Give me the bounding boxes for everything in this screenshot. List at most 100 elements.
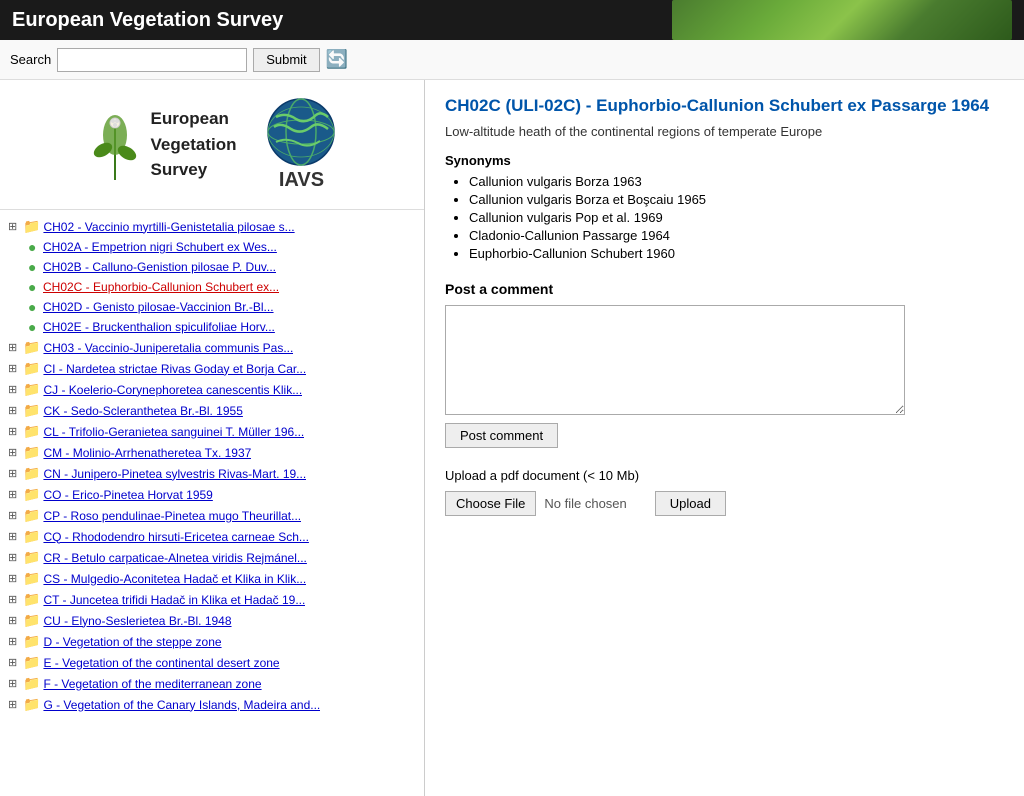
- synonyms-header: Synonyms: [445, 153, 1004, 168]
- tree-item-label[interactable]: CN - Junipero-Pinetea sylvestris Rivas-M…: [43, 467, 306, 481]
- synonyms-list: Callunion vulgaris Borza 1963Callunion v…: [445, 174, 1004, 261]
- dot-icon: ●: [28, 239, 40, 255]
- tree-item-label[interactable]: G - Vegetation of the Canary Islands, Ma…: [43, 698, 320, 712]
- tree-item[interactable]: ⊞📁CI - Nardetea strictae Rivas Goday et …: [4, 358, 420, 379]
- tree-item[interactable]: ⊞📁D - Vegetation of the steppe zone: [4, 631, 420, 652]
- comment-textarea[interactable]: [445, 305, 905, 415]
- tree-item-label[interactable]: D - Vegetation of the steppe zone: [43, 635, 221, 649]
- tree-item[interactable]: ⊞📁CM - Molinio-Arrhenatheretea Tx. 1937: [4, 442, 420, 463]
- expand-icon[interactable]: ⊞: [8, 341, 20, 354]
- expand-icon[interactable]: ⊞: [8, 551, 20, 564]
- dot-icon: ●: [28, 279, 40, 295]
- tree-item-label[interactable]: CP - Roso pendulinae-Pinetea mugo Theuri…: [43, 509, 301, 523]
- folder-icon: 📁: [23, 507, 40, 524]
- tree-item-label[interactable]: CH02E - Bruckenthalion spiculifoliae Hor…: [43, 320, 275, 334]
- tree-item[interactable]: ⊞📁CL - Trifolio-Geranietea sanguinei T. …: [4, 421, 420, 442]
- expand-icon[interactable]: ⊞: [8, 593, 20, 606]
- expand-icon[interactable]: ⊞: [8, 656, 20, 669]
- content-title: CH02C (ULI-02C) - Euphorbio-Callunion Sc…: [445, 96, 1004, 116]
- synonym-item: Cladonio-Callunion Passarge 1964: [469, 228, 1004, 243]
- tree-item[interactable]: ⊞📁G - Vegetation of the Canary Islands, …: [4, 694, 420, 715]
- post-comment-button[interactable]: Post comment: [445, 423, 558, 448]
- no-file-label: No file chosen: [544, 496, 626, 511]
- tree-item[interactable]: ⊞📁CH03 - Vaccinio-Juniperetalia communis…: [4, 337, 420, 358]
- left-panel: EuropeanVegetationSurvey IAVS ⊞📁CH02 - V…: [0, 80, 425, 796]
- tree-item[interactable]: ⊞📁CP - Roso pendulinae-Pinetea mugo Theu…: [4, 505, 420, 526]
- evs-plant-icon: [88, 105, 143, 185]
- tree-item-label[interactable]: CH02C - Euphorbio-Callunion Schubert ex.…: [43, 280, 279, 294]
- search-input[interactable]: [57, 48, 247, 72]
- expand-icon[interactable]: ⊞: [8, 362, 20, 375]
- tree-item[interactable]: ●CH02A - Empetrion nigri Schubert ex Wes…: [4, 237, 420, 257]
- refresh-icon[interactable]: 🔄: [326, 49, 348, 70]
- main-layout: EuropeanVegetationSurvey IAVS ⊞📁CH02 - V…: [0, 80, 1024, 796]
- folder-icon: 📁: [23, 612, 40, 629]
- tree-item-label[interactable]: E - Vegetation of the continental desert…: [43, 656, 279, 670]
- tree-item-label[interactable]: CU - Elyno-Seslerietea Br.-Bl. 1948: [43, 614, 231, 628]
- tree-item[interactable]: ⊞📁CS - Mulgedio-Aconitetea Hadač et Klik…: [4, 568, 420, 589]
- tree-item[interactable]: ⊞📁CU - Elyno-Seslerietea Br.-Bl. 1948: [4, 610, 420, 631]
- tree-item[interactable]: ⊞📁CT - Juncetea trifidi Hadač in Klika e…: [4, 589, 420, 610]
- tree-navigation: ⊞📁CH02 - Vaccinio myrtilli-Genistetalia …: [0, 210, 424, 721]
- tree-item[interactable]: ⊞📁E - Vegetation of the continental dese…: [4, 652, 420, 673]
- post-comment-header: Post a comment: [445, 281, 1004, 297]
- tree-item[interactable]: ⊞📁CR - Betulo carpaticae-Alnetea viridis…: [4, 547, 420, 568]
- dot-icon: ●: [28, 319, 40, 335]
- tree-item-label[interactable]: CH03 - Vaccinio-Juniperetalia communis P…: [43, 341, 293, 355]
- expand-icon[interactable]: ⊞: [8, 220, 20, 233]
- tree-item-label[interactable]: CO - Erico-Pinetea Horvat 1959: [43, 488, 212, 502]
- expand-icon[interactable]: ⊞: [8, 446, 20, 459]
- upload-header: Upload a pdf document (< 10 Mb): [445, 468, 1004, 483]
- tree-item-label[interactable]: CJ - Koelerio-Corynephoretea canescentis…: [43, 383, 302, 397]
- tree-item-label[interactable]: CR - Betulo carpaticae-Alnetea viridis R…: [43, 551, 306, 565]
- tree-item-label[interactable]: CT - Juncetea trifidi Hadač in Klika et …: [43, 593, 305, 607]
- tree-item[interactable]: ⊞📁CN - Junipero-Pinetea sylvestris Rivas…: [4, 463, 420, 484]
- expand-icon[interactable]: ⊞: [8, 467, 20, 480]
- search-bar: Search Submit 🔄: [0, 40, 1024, 80]
- tree-item[interactable]: ⊞📁F - Vegetation of the mediterranean zo…: [4, 673, 420, 694]
- tree-item[interactable]: ●CH02D - Genisto pilosae-Vaccinion Br.-B…: [4, 297, 420, 317]
- tree-item-label[interactable]: CS - Mulgedio-Aconitetea Hadač et Klika …: [43, 572, 306, 586]
- tree-item-label[interactable]: CH02B - Calluno-Genistion pilosae P. Duv…: [43, 260, 276, 274]
- expand-icon[interactable]: ⊞: [8, 698, 20, 711]
- header-decoration: [672, 0, 1012, 40]
- tree-item[interactable]: ⊞📁CK - Sedo-Scleranthetea Br.-Bl. 1955: [4, 400, 420, 421]
- expand-icon[interactable]: ⊞: [8, 425, 20, 438]
- tree-item[interactable]: ●CH02B - Calluno-Genistion pilosae P. Du…: [4, 257, 420, 277]
- folder-icon: 📁: [23, 444, 40, 461]
- folder-icon: 📁: [23, 528, 40, 545]
- tree-item[interactable]: ⊞📁CO - Erico-Pinetea Horvat 1959: [4, 484, 420, 505]
- tree-item-label[interactable]: CM - Molinio-Arrhenatheretea Tx. 1937: [43, 446, 251, 460]
- expand-icon[interactable]: ⊞: [8, 488, 20, 501]
- tree-item-label[interactable]: CQ - Rhododendro hirsuti-Ericetea carnea…: [43, 530, 308, 544]
- app-header: European Vegetation Survey: [0, 0, 1024, 40]
- upload-button[interactable]: Upload: [655, 491, 726, 516]
- tree-item[interactable]: ●CH02E - Bruckenthalion spiculifoliae Ho…: [4, 317, 420, 337]
- tree-item-label[interactable]: CH02A - Empetrion nigri Schubert ex Wes.…: [43, 240, 277, 254]
- tree-item-label[interactable]: CH02D - Genisto pilosae-Vaccinion Br.-Bl…: [43, 300, 274, 314]
- tree-item[interactable]: ●CH02C - Euphorbio-Callunion Schubert ex…: [4, 277, 420, 297]
- expand-icon[interactable]: ⊞: [8, 383, 20, 396]
- expand-icon[interactable]: ⊞: [8, 614, 20, 627]
- folder-icon: 📁: [23, 486, 40, 503]
- logo-area: EuropeanVegetationSurvey IAVS: [0, 80, 424, 210]
- iavs-text: IAVS: [279, 169, 324, 192]
- folder-icon: 📁: [23, 633, 40, 650]
- tree-item[interactable]: ⊞📁CJ - Koelerio-Corynephoretea canescent…: [4, 379, 420, 400]
- submit-button[interactable]: Submit: [253, 48, 319, 72]
- tree-item-label[interactable]: CI - Nardetea strictae Rivas Goday et Bo…: [43, 362, 306, 376]
- choose-file-button[interactable]: Choose File: [445, 491, 536, 516]
- tree-item-label[interactable]: F - Vegetation of the mediterranean zone: [43, 677, 261, 691]
- expand-icon[interactable]: ⊞: [8, 572, 20, 585]
- tree-item[interactable]: ⊞📁CH02 - Vaccinio myrtilli-Genistetalia …: [4, 216, 420, 237]
- tree-item-label[interactable]: CK - Sedo-Scleranthetea Br.-Bl. 1955: [43, 404, 242, 418]
- expand-icon[interactable]: ⊞: [8, 530, 20, 543]
- expand-icon[interactable]: ⊞: [8, 635, 20, 648]
- folder-icon: 📁: [23, 381, 40, 398]
- tree-item-label[interactable]: CH02 - Vaccinio myrtilli-Genistetalia pi…: [43, 220, 294, 234]
- tree-item-label[interactable]: CL - Trifolio-Geranietea sanguinei T. Mü…: [43, 425, 304, 439]
- expand-icon[interactable]: ⊞: [8, 509, 20, 522]
- tree-item[interactable]: ⊞📁CQ - Rhododendro hirsuti-Ericetea carn…: [4, 526, 420, 547]
- expand-icon[interactable]: ⊞: [8, 404, 20, 417]
- expand-icon[interactable]: ⊞: [8, 677, 20, 690]
